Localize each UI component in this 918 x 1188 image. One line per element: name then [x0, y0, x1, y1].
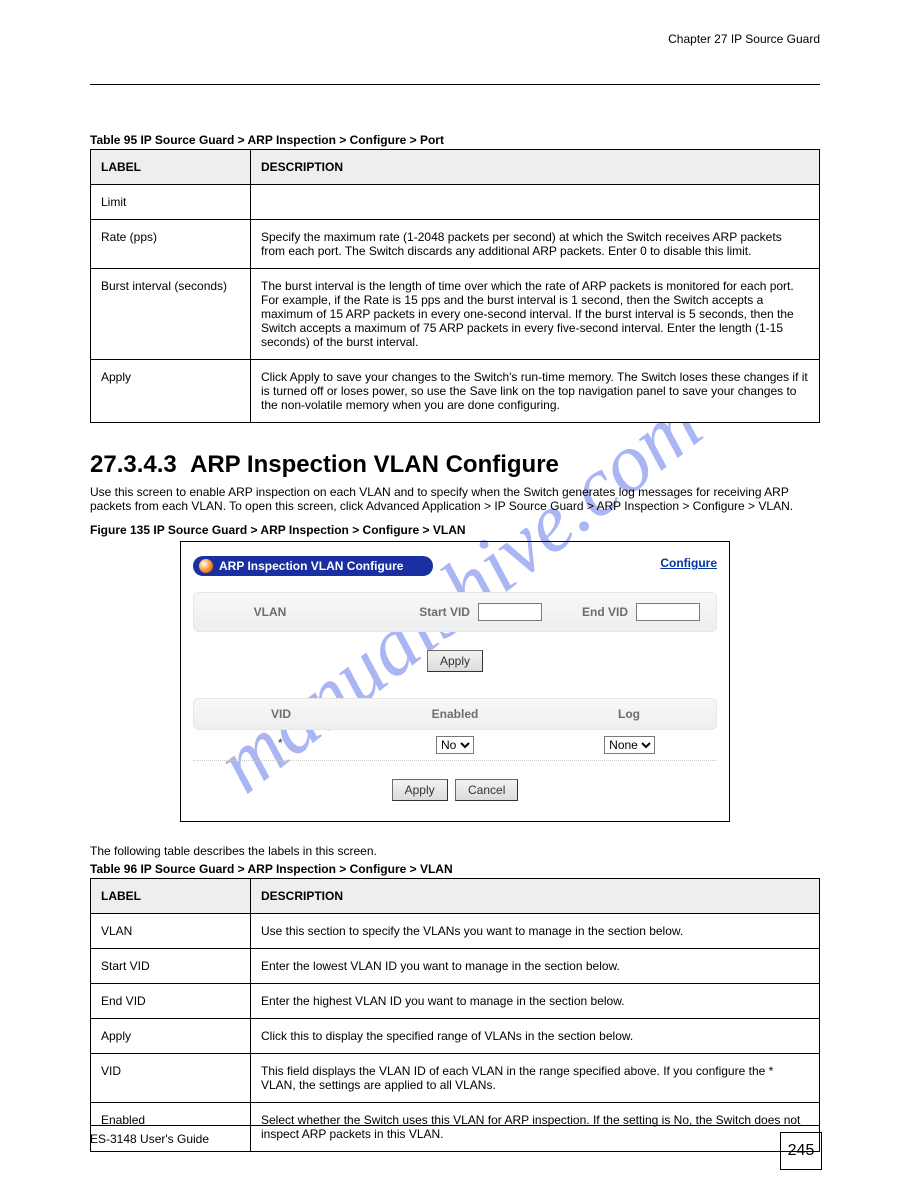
col-vid: VID — [194, 707, 368, 721]
section-title: ARP Inspection VLAN Configure — [90, 451, 820, 479]
footer: ES-3148 User's Guide 245 — [90, 1125, 820, 1146]
start-vid-label: Start VID — [419, 605, 470, 619]
cell-desc: Use this section to specify the VLANs yo… — [251, 914, 820, 949]
chapter-heading: Chapter 27 IP Source Guard — [90, 32, 820, 46]
table-row: ApplyClick this to display the specified… — [91, 1019, 820, 1054]
col-label: LABEL — [91, 150, 251, 185]
vlan-label: VLAN — [210, 605, 330, 619]
table-row: VIDThis field displays the VLAN ID of ea… — [91, 1054, 820, 1103]
table-row: Burst interval (seconds)The burst interv… — [91, 269, 820, 360]
start-vid-input[interactable] — [478, 603, 542, 621]
footer-left: ES-3148 User's Guide — [90, 1132, 209, 1146]
cell-desc: Click this to display the specified rang… — [251, 1019, 820, 1054]
cell-desc: Enter the highest VLAN ID you want to ma… — [251, 984, 820, 1019]
enabled-select[interactable]: No — [436, 736, 474, 754]
section-number: 27.3.4.3 — [90, 451, 190, 479]
configure-link[interactable]: Configure — [660, 556, 717, 570]
table-95: Table 95 IP Source Guard > ARP Inspectio… — [90, 133, 820, 423]
table-row: End VIDEnter the highest VLAN ID you wan… — [91, 984, 820, 1019]
col-enabled: Enabled — [368, 707, 542, 721]
config-panel: Configure ARP Inspection VLAN Configure … — [180, 541, 730, 822]
table-96-grid: LABEL DESCRIPTION VLANUse this section t… — [90, 878, 820, 1152]
col-log: Log — [542, 707, 716, 721]
cell-label: VID — [91, 1054, 251, 1103]
table-row: Start VIDEnter the lowest VLAN ID you wa… — [91, 949, 820, 984]
cancel-button[interactable]: Cancel — [455, 779, 518, 801]
cell-desc — [251, 185, 820, 220]
cell-desc: Click Apply to save your changes to the … — [251, 360, 820, 423]
table-95-caption: Table 95 IP Source Guard > ARP Inspectio… — [90, 133, 820, 147]
end-vid-label: End VID — [582, 605, 628, 619]
vlan-grid-row: * No None — [193, 730, 717, 761]
cell-desc: Specify the maximum rate (1-2048 packets… — [251, 220, 820, 269]
table-96: Table 96 IP Source Guard > ARP Inspectio… — [90, 862, 820, 1152]
header-rule — [90, 84, 820, 85]
table-95-grid: LABEL DESCRIPTION Limit Rate (pps)Specif… — [90, 149, 820, 423]
section-subtext: Use this screen to enable ARP inspection… — [90, 485, 820, 513]
vlan-range-row: VLAN Start VID End VID — [193, 592, 717, 632]
cell-label: Limit — [91, 185, 251, 220]
table-row: ApplyClick Apply to save your changes to… — [91, 360, 820, 423]
vid-cell: * — [193, 736, 368, 754]
cell-label: End VID — [91, 984, 251, 1019]
apply-button[interactable]: Apply — [392, 779, 448, 801]
table-row: Limit — [91, 185, 820, 220]
table-96-intro: The following table describes the labels… — [90, 844, 820, 858]
table-row: Rate (pps)Specify the maximum rate (1-20… — [91, 220, 820, 269]
cell-label: Apply — [91, 1019, 251, 1054]
table-96-caption: Table 96 IP Source Guard > ARP Inspectio… — [90, 862, 820, 876]
cell-desc: Enter the lowest VLAN ID you want to man… — [251, 949, 820, 984]
end-vid-input[interactable] — [636, 603, 700, 621]
cell-label: VLAN — [91, 914, 251, 949]
apply-range-button[interactable]: Apply — [427, 650, 483, 672]
section-heading: 27.3.4.3 ARP Inspection VLAN Configure U… — [90, 451, 820, 513]
cell-desc: The burst interval is the length of time… — [251, 269, 820, 360]
cell-label: Rate (pps) — [91, 220, 251, 269]
apply-cancel-row: Apply Cancel — [193, 779, 717, 801]
cell-label: Apply — [91, 360, 251, 423]
col-description: DESCRIPTION — [251, 879, 820, 914]
figure-caption: Figure 135 IP Source Guard > ARP Inspect… — [90, 523, 820, 537]
col-label: LABEL — [91, 879, 251, 914]
cell-label: Burst interval (seconds) — [91, 269, 251, 360]
panel-title-pill: ARP Inspection VLAN Configure — [193, 556, 433, 576]
apply-range-row: Apply — [193, 650, 717, 672]
col-description: DESCRIPTION — [251, 150, 820, 185]
page-number: 245 — [780, 1132, 822, 1170]
table-row: VLANUse this section to specify the VLAN… — [91, 914, 820, 949]
log-select[interactable]: None — [604, 736, 655, 754]
vlan-grid-header: VID Enabled Log — [193, 698, 717, 730]
cell-desc: This field displays the VLAN ID of each … — [251, 1054, 820, 1103]
cell-label: Start VID — [91, 949, 251, 984]
page-container: Chapter 27 IP Source Guard Table 95 IP S… — [90, 32, 820, 1152]
